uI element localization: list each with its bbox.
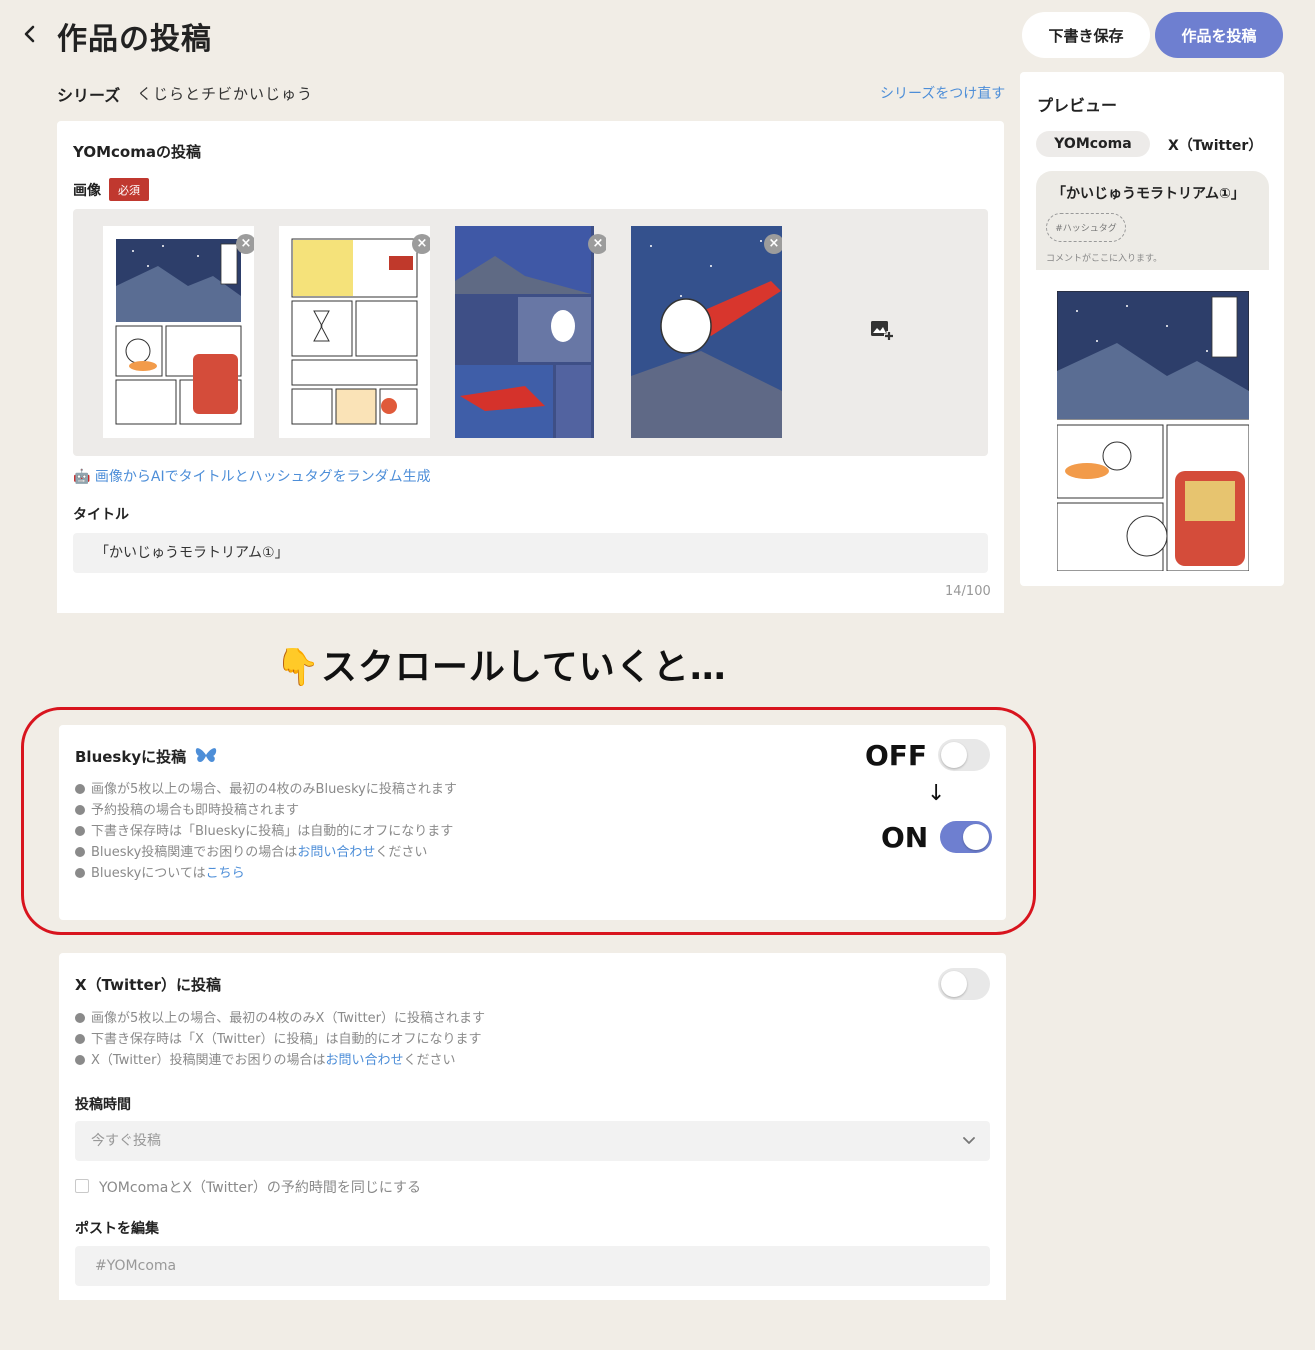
about-text: Blueskyについては bbox=[91, 866, 206, 881]
title-input[interactable]: 「かいじゅうモラトリアム①」 bbox=[73, 533, 988, 573]
ai-generate-link[interactable]: 🤖 画像からAIでタイトルとハッシュタグをランダム生成 bbox=[73, 466, 431, 486]
help-suffix: ください bbox=[375, 845, 428, 860]
bluesky-notes: 画像が5枚以上の場合、最初の4枚のみBlueskyに投稿されます 予約投稿の場合… bbox=[75, 779, 457, 884]
preview-manga-image bbox=[1057, 291, 1249, 571]
x-post-toggle[interactable] bbox=[938, 968, 990, 1000]
x-notes: 画像が5枚以上の場合、最初の4枚のみX（Twitter）に投稿されます 下書き保… bbox=[75, 1008, 485, 1071]
add-photo-icon[interactable] bbox=[869, 318, 895, 342]
list-item: Bluesky投稿関連でお困りの場合はお問い合わせください bbox=[75, 842, 457, 863]
bluesky-toggle-off-example[interactable] bbox=[938, 739, 990, 771]
bluesky-post-toggle[interactable] bbox=[940, 821, 992, 853]
x-section-title: X（Twitter）に投稿 bbox=[75, 976, 222, 994]
about-bluesky-link[interactable]: こちら bbox=[206, 866, 245, 881]
remove-image-icon[interactable]: × bbox=[412, 234, 430, 254]
list-item: 予約投稿の場合も即時投稿されます bbox=[75, 800, 457, 821]
post-time-select[interactable]: 今すぐ投稿 bbox=[75, 1121, 990, 1161]
manga-page-thumbnail[interactable]: × bbox=[103, 226, 254, 438]
arrow-down-annotation: ↓ bbox=[927, 781, 946, 806]
remove-image-icon[interactable]: × bbox=[588, 234, 606, 254]
contact-link[interactable]: お問い合わせ bbox=[325, 1053, 403, 1068]
help-text: Bluesky投稿関連でお困りの場合は bbox=[91, 845, 298, 860]
help-text: X（Twitter）投稿関連でお困りの場合は bbox=[91, 1053, 326, 1068]
manga-page-thumbnail[interactable]: × bbox=[455, 226, 606, 438]
edit-post-input[interactable]: #YOMcoma bbox=[75, 1246, 990, 1286]
list-item: 画像が5枚以上の場合、最初の4枚のみBlueskyに投稿されます bbox=[75, 779, 457, 800]
on-annotation: ON bbox=[881, 821, 929, 854]
toggle-knob bbox=[941, 742, 967, 768]
chevron-down-icon bbox=[963, 1137, 975, 1144]
back-chevron-icon[interactable] bbox=[18, 22, 42, 46]
bluesky-section-title: Blueskyに投稿 bbox=[75, 746, 217, 767]
x-twitter-post-card: X（Twitter）に投稿 画像が5枚以上の場合、最初の4枚のみX（Twitte… bbox=[59, 953, 1006, 1300]
ai-generate-text: 画像からAIでタイトルとハッシュタグをランダム生成 bbox=[94, 469, 431, 485]
manga-page-thumbnail[interactable]: × bbox=[631, 226, 782, 438]
contact-link[interactable]: お問い合わせ bbox=[297, 845, 375, 860]
list-item: 下書き保存時は「Blueskyに投稿」は自動的にオフになります bbox=[75, 821, 457, 842]
sync-schedule-checkbox[interactable] bbox=[75, 1179, 89, 1193]
yomcoma-section-title: YOMcomaの投稿 bbox=[73, 143, 201, 161]
list-item: X（Twitter）投稿関連でお困りの場合はお問い合わせください bbox=[75, 1050, 485, 1071]
series-reattach-link[interactable]: シリーズをつけ直す bbox=[880, 83, 1005, 103]
preview-comment: コメントがここに入ります。 bbox=[1046, 254, 1163, 264]
post-time-value: 今すぐ投稿 bbox=[91, 1133, 161, 1149]
scroll-annotation: 👇スクロールしていくと… bbox=[275, 647, 727, 688]
preview-panel: プレビュー YOMcoma X（Twitter） 「かいじゅうモラトリアム①」 … bbox=[1020, 72, 1284, 586]
page-title: 作品の投稿 bbox=[57, 22, 212, 57]
preview-work-title: 「かいじゅうモラトリアム①」 bbox=[1052, 186, 1245, 202]
post-time-label: 投稿時間 bbox=[75, 1097, 131, 1113]
required-badge: 必須 bbox=[109, 178, 149, 201]
robot-icon: 🤖 bbox=[73, 469, 95, 485]
remove-image-icon[interactable]: × bbox=[236, 234, 254, 254]
bluesky-title-text: Blueskyに投稿 bbox=[75, 748, 187, 766]
series-label: シリーズ bbox=[57, 86, 121, 105]
tab-preview-yomcoma[interactable]: YOMcoma bbox=[1036, 131, 1150, 157]
preview-hashtag: #ハッシュタグ bbox=[1046, 213, 1126, 242]
preview-title: プレビュー bbox=[1037, 96, 1118, 115]
remove-image-icon[interactable]: × bbox=[764, 234, 782, 254]
post-work-button[interactable]: 作品を投稿 bbox=[1155, 12, 1283, 58]
title-label: タイトル bbox=[73, 507, 129, 523]
off-annotation: OFF bbox=[865, 739, 928, 772]
preview-post-card: 「かいじゅうモラトリアム①」 #ハッシュタグ コメントがここに入ります。 bbox=[1036, 171, 1269, 270]
edit-post-label: ポストを編集 bbox=[75, 1221, 159, 1237]
series-name: くじらとチビかいじゅう bbox=[137, 85, 314, 103]
image-upload-area[interactable]: × × × × bbox=[73, 209, 988, 456]
image-label: 画像 bbox=[73, 183, 101, 199]
title-char-count: 14/100 bbox=[945, 584, 991, 599]
list-item: 画像が5枚以上の場合、最初の4枚のみX（Twitter）に投稿されます bbox=[75, 1008, 485, 1029]
save-draft-button[interactable]: 下書き保存 bbox=[1022, 12, 1150, 58]
toggle-knob bbox=[963, 824, 989, 850]
yomcoma-post-card: YOMcomaの投稿 画像 必須 × × × × 🤖 画像からAIでタイトルとハ… bbox=[57, 121, 1004, 613]
list-item: 下書き保存時は「X（Twitter）に投稿」は自動的にオフになります bbox=[75, 1029, 485, 1050]
tab-preview-x[interactable]: X（Twitter） bbox=[1168, 135, 1262, 155]
manga-page-thumbnail[interactable]: × bbox=[279, 226, 430, 438]
list-item: Blueskyについてはこちら bbox=[75, 863, 457, 884]
bluesky-post-card: Blueskyに投稿 画像が5枚以上の場合、最初の4枚のみBlueskyに投稿さ… bbox=[59, 725, 1006, 920]
toggle-knob bbox=[941, 971, 967, 997]
butterfly-icon bbox=[196, 748, 217, 762]
help-suffix: ください bbox=[403, 1053, 456, 1068]
sync-schedule-label[interactable]: YOMcomaとX（Twitter）の予約時間を同じにする bbox=[99, 1177, 421, 1197]
